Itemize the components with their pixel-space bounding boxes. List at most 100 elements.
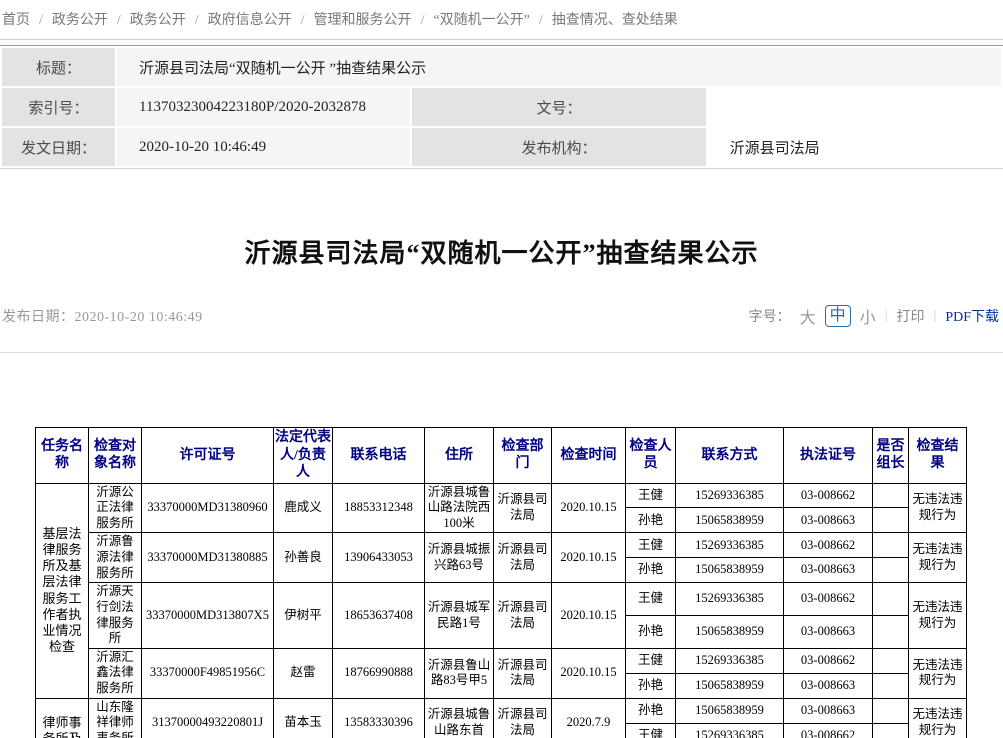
inspector-name-cell: 王健 (626, 648, 676, 673)
department-cell: 沂源县司法局 (494, 583, 552, 649)
is-leader-cell (873, 508, 909, 533)
inspector-name-cell: 孙艳 (626, 698, 676, 723)
cert-number-cell: 03-008663 (784, 698, 873, 723)
cert-number-cell: 03-008662 (784, 483, 873, 508)
breadcrumb-link[interactable]: 政府信息公开 (208, 13, 292, 28)
is-leader-cell (873, 648, 909, 673)
inspector-contact-cell: 15065838959 (676, 698, 784, 723)
department-cell: 沂源县司法局 (494, 648, 552, 698)
column-header: 任务名称 (36, 428, 89, 484)
phone-cell: 13583330396 (333, 698, 425, 738)
page-title: 沂源县司法局“双随机一公开”抽查结果公示 (0, 233, 1003, 270)
cert-number-cell: 03-008662 (784, 648, 873, 673)
representative-cell: 伊树平 (274, 583, 333, 649)
inspection-table-header-row: 任务名称检查对象名称许可证号法定代表人/负责人联系电话住所检查部门检查时间检查人… (36, 428, 967, 484)
result-cell: 无违法违规行为 (909, 583, 967, 649)
representative-cell: 孙善良 (274, 533, 333, 583)
is-leader-cell (873, 673, 909, 698)
inspector-contact-cell: 15269336385 (676, 583, 784, 616)
breadcrumb-separator: / (421, 13, 425, 28)
font-size-medium-button[interactable]: 中 (825, 305, 851, 327)
column-header: 联系电话 (333, 428, 425, 484)
column-header: 许可证号 (142, 428, 274, 484)
license-cell: 31370000493220801J (142, 698, 274, 738)
object-name-cell: 山东隆祥律师事务所 (89, 698, 142, 738)
inspector-name-cell: 王健 (626, 583, 676, 616)
address-cell: 沂源县城鲁山路法院西100米 (425, 483, 494, 533)
check-time-cell: 2020.10.15 (552, 533, 626, 583)
breadcrumb: 首页/政务公开/政务公开/政府信息公开/管理和服务公开/“双随机一公开”/抽查情… (0, 0, 1003, 40)
publish-date-value: 2020-10-20 10:46:49 (75, 310, 203, 325)
object-name-cell: 沂源鲁源法律服务所 (89, 533, 142, 583)
inspector-contact-cell: 15065838959 (676, 508, 784, 533)
inspector-contact-cell: 15065838959 (676, 616, 784, 649)
address-cell: 沂源县鲁山路83号甲5 (425, 648, 494, 698)
meta-value-issue-date: 2020-10-20 10:46:49 (117, 128, 410, 166)
breadcrumb-link[interactable]: 政务公开 (52, 13, 108, 28)
department-cell: 沂源县司法局 (494, 533, 552, 583)
inspector-name-cell: 孙艳 (626, 616, 676, 649)
check-time-cell: 2020.7.9 (552, 698, 626, 738)
column-header: 检查部门 (494, 428, 552, 484)
phone-cell: 18853312348 (333, 483, 425, 533)
cert-number-cell: 03-008663 (784, 616, 873, 649)
meta-label-issue-date: 发文日期： (2, 128, 115, 166)
license-cell: 33370000MD31380960 (142, 483, 274, 533)
font-size-large-button[interactable]: 大 (800, 304, 816, 328)
department-cell: 沂源县司法局 (494, 483, 552, 533)
column-header: 执法证号 (784, 428, 873, 484)
representative-cell: 苗本玉 (274, 698, 333, 738)
phone-cell: 18653637408 (333, 583, 425, 649)
breadcrumb-link[interactable]: 管理和服务公开 (314, 13, 412, 28)
inspector-contact-cell: 15065838959 (676, 673, 784, 698)
font-size-small-button[interactable]: 小 (860, 304, 876, 328)
breadcrumb-separator: / (195, 13, 199, 28)
inspector-name-cell: 王健 (626, 723, 676, 738)
article-meta-bar: 发布日期：2020-10-20 10:46:49 字号： 大 中 小 | 打印 … (2, 304, 999, 328)
cert-number-cell: 03-008663 (784, 558, 873, 583)
meta-label-doc-no: 文号： (412, 88, 705, 126)
meta-label-index: 索引号： (2, 88, 115, 126)
inspection-table: 任务名称检查对象名称许可证号法定代表人/负责人联系电话住所检查部门检查时间检查人… (35, 427, 967, 738)
inspector-name-cell: 孙艳 (626, 673, 676, 698)
breadcrumb-link[interactable]: 首页 (2, 13, 30, 28)
column-header: 检查时间 (552, 428, 626, 484)
breadcrumb-link[interactable]: 抽查情况、查处结果 (552, 13, 678, 28)
inspector-contact-cell: 15269336385 (676, 483, 784, 508)
meta-value-publisher: 沂源县司法局 (708, 128, 1001, 166)
page: 首页/政务公开/政务公开/政府信息公开/管理和服务公开/“双随机一公开”/抽查情… (0, 0, 1003, 738)
inspector-contact-cell: 15269336385 (676, 723, 784, 738)
toolbar-separator: | (934, 308, 937, 324)
record-row: 沂源鲁源法律服务所33370000MD31380885孙善良1390643305… (36, 533, 967, 558)
cert-number-cell: 03-008662 (784, 583, 873, 616)
print-button[interactable]: 打印 (897, 306, 925, 326)
is-leader-cell (873, 483, 909, 508)
cert-number-cell: 03-008663 (784, 508, 873, 533)
inspector-name-cell: 孙艳 (626, 558, 676, 583)
object-name-cell: 沂源公正法律服务所 (89, 483, 142, 533)
is-leader-cell (873, 698, 909, 723)
meta-row-date: 发文日期： 2020-10-20 10:46:49 发布机构： 沂源县司法局 (2, 128, 1001, 166)
record-row: 律师事务所及律师执业情况检查山东隆祥律师事务所31370000493220801… (36, 698, 967, 723)
publish-date: 发布日期：2020-10-20 10:46:49 (2, 306, 203, 326)
breadcrumb-link[interactable]: 政务公开 (130, 13, 186, 28)
inspector-name-cell: 王健 (626, 533, 676, 558)
inspector-name-cell: 孙艳 (626, 508, 676, 533)
pdf-download-button[interactable]: PDF下载 (945, 306, 999, 326)
breadcrumb-link[interactable]: “双随机一公开” (433, 13, 529, 28)
meta-value-index: 11370323004223180P/2020-2032878 (117, 88, 410, 126)
toolbar-separator: | (885, 308, 888, 324)
column-header: 检查人员 (626, 428, 676, 484)
font-size-label: 字号： (749, 306, 791, 326)
phone-cell: 18766990888 (333, 648, 425, 698)
breadcrumb-separator: / (539, 13, 543, 28)
object-name-cell: 沂源汇鑫法律服务所 (89, 648, 142, 698)
license-cell: 33370000F49851956C (142, 648, 274, 698)
inspector-contact-cell: 15065838959 (676, 558, 784, 583)
cert-number-cell: 03-008662 (784, 723, 873, 738)
representative-cell: 赵雷 (274, 648, 333, 698)
object-name-cell: 沂源天行剑法律服务所 (89, 583, 142, 649)
phone-cell: 13906433053 (333, 533, 425, 583)
inspector-contact-cell: 15269336385 (676, 533, 784, 558)
column-header: 联系方式 (676, 428, 784, 484)
